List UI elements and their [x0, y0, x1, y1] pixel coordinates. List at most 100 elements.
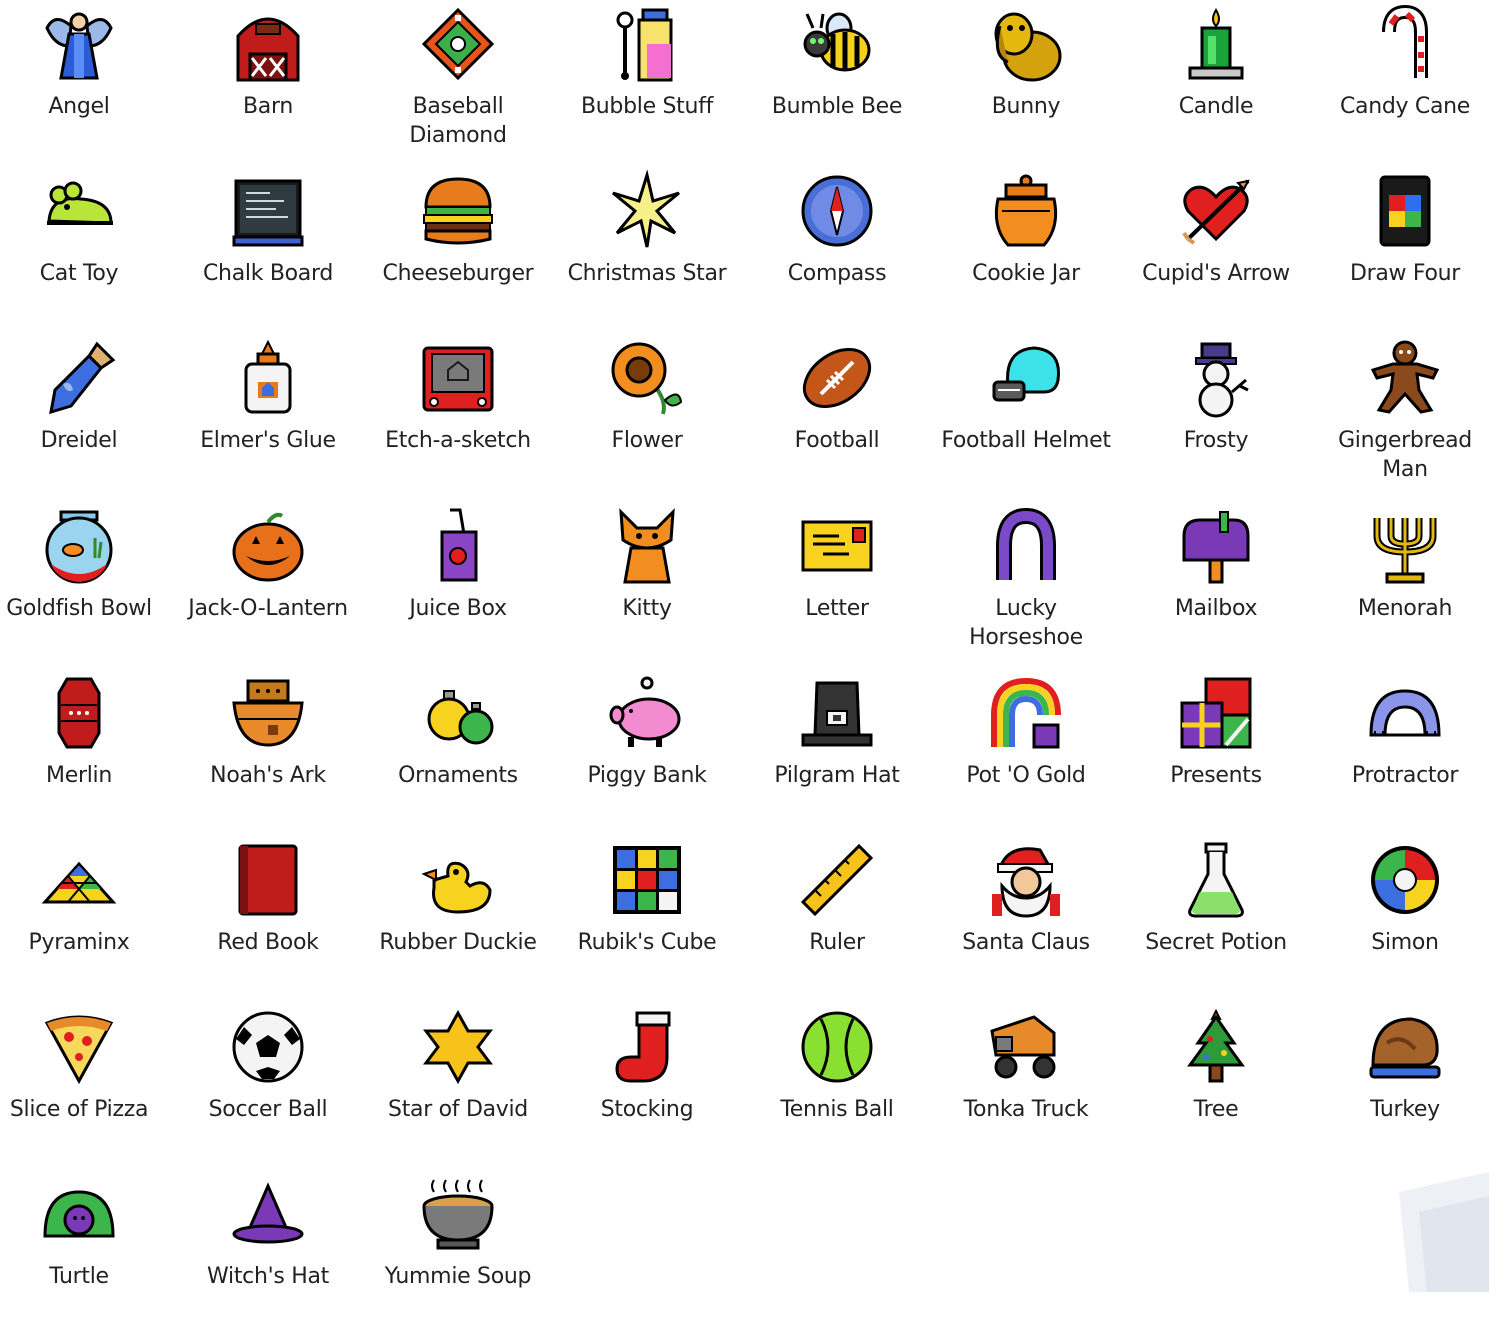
icon-item-bumble-bee[interactable]: Bumble Bee: [747, 0, 927, 160]
icon-item-frosty[interactable]: Frosty: [1126, 334, 1306, 494]
yummie-soup-icon: [420, 1176, 496, 1252]
icon-item-draw-four[interactable]: Draw Four: [1315, 167, 1489, 327]
icon-item-bubble-stuff[interactable]: Bubble Stuff: [557, 0, 737, 160]
icon-item-protractor[interactable]: Protractor: [1315, 669, 1489, 829]
icon-item-stocking[interactable]: Stocking: [557, 1003, 737, 1163]
goldfish-bowl-icon: [41, 508, 117, 584]
icon-label: Mailbox: [1174, 596, 1258, 621]
icon-label: Stocking: [600, 1097, 694, 1122]
icon-label: Secret Potion: [1145, 930, 1287, 955]
icon-item-juice-box[interactable]: Juice Box: [368, 502, 548, 662]
stocking-icon: [609, 1009, 685, 1085]
gingerbread-man-icon: [1367, 340, 1443, 416]
christmas-star-icon: [609, 169, 685, 249]
icon-item-jack-o-lantern[interactable]: Jack-O-Lantern: [178, 502, 358, 662]
icon-item-rubber-duckie[interactable]: Rubber Duckie: [368, 836, 548, 996]
bunny-icon: [988, 6, 1064, 82]
icon-label: Pot 'O Gold: [966, 763, 1086, 788]
cheeseburger-icon: [420, 173, 496, 249]
icon-label: Cheeseburger: [382, 261, 534, 286]
protractor-icon: [1367, 675, 1443, 751]
dreidel-icon: [41, 340, 117, 416]
icon-item-candy-cane[interactable]: Candy Cane: [1315, 0, 1489, 160]
icon-item-tennis-ball[interactable]: Tennis Ball: [747, 1003, 927, 1163]
icon-item-dreidel[interactable]: Dreidel: [0, 334, 169, 494]
icon-item-star-of-david[interactable]: Star of David: [368, 1003, 548, 1163]
icon-item-cheeseburger[interactable]: Cheeseburger: [368, 167, 548, 327]
icon-item-baseball-diamond[interactable]: Baseball Diamond: [368, 0, 548, 160]
icon-item-goldfish-bowl[interactable]: Goldfish Bowl: [0, 502, 169, 662]
icon-item-candle[interactable]: Candle: [1126, 0, 1306, 160]
icon-item-compass[interactable]: Compass: [747, 167, 927, 327]
compass-icon: [799, 173, 875, 249]
icon-label: Slice of Pizza: [9, 1097, 149, 1122]
icon-item-cat-toy[interactable]: Cat Toy: [0, 167, 169, 327]
icon-item-cupids-arrow[interactable]: Cupid's Arrow: [1126, 167, 1306, 327]
icon-item-rubiks-cube[interactable]: Rubik's Cube: [557, 836, 737, 996]
icon-item-pot-o-gold[interactable]: Pot 'O Gold: [936, 669, 1116, 829]
icon-item-football-helmet[interactable]: Football Helmet: [936, 334, 1116, 494]
icon-label: Star of David: [388, 1097, 528, 1122]
icon-label: Etch-a-sketch: [385, 428, 531, 453]
barn-icon: [230, 6, 306, 82]
noahs-ark-icon: [230, 675, 306, 751]
icon-item-slice-of-pizza[interactable]: Slice of Pizza: [0, 1003, 169, 1163]
pot-o-gold-icon: [988, 675, 1064, 751]
icon-item-turkey[interactable]: Turkey: [1315, 1003, 1489, 1163]
icon-item-simon[interactable]: Simon: [1315, 836, 1489, 996]
mailbox-icon: [1178, 508, 1254, 584]
icon-label: Protractor: [1351, 763, 1459, 788]
icon-item-angel[interactable]: Angel: [0, 0, 169, 160]
icon-item-secret-potion[interactable]: Secret Potion: [1126, 836, 1306, 996]
icon-item-pyraminx[interactable]: Pyraminx: [0, 836, 169, 996]
icon-item-elmers-glue[interactable]: Elmer's Glue: [178, 334, 358, 494]
icon-item-presents[interactable]: Presents: [1126, 669, 1306, 829]
icon-item-lucky-horseshoe[interactable]: Lucky Horseshoe: [936, 502, 1116, 662]
icon-label: Juice Box: [409, 596, 507, 621]
bumble-bee-icon: [799, 6, 875, 82]
icon-item-merlin[interactable]: Merlin: [0, 669, 169, 829]
turtle-icon: [41, 1176, 117, 1252]
icon-item-chalk-board[interactable]: Chalk Board: [178, 167, 358, 327]
icon-label: Cupid's Arrow: [1142, 261, 1290, 286]
jack-o-lantern-icon: [230, 508, 306, 584]
icon-item-ornaments[interactable]: Ornaments: [368, 669, 548, 829]
icon-item-tonka-truck[interactable]: Tonka Truck: [936, 1003, 1116, 1163]
icon-item-etch-a-sketch[interactable]: Etch-a-sketch: [368, 334, 548, 494]
icon-label: Cookie Jar: [972, 261, 1080, 286]
icon-item-mailbox[interactable]: Mailbox: [1126, 502, 1306, 662]
icon-item-christmas-star[interactable]: Christmas Star: [557, 167, 737, 327]
icon-item-kitty[interactable]: Kitty: [557, 502, 737, 662]
icon-item-cookie-jar[interactable]: Cookie Jar: [936, 167, 1116, 327]
icon-item-pilgram-hat[interactable]: Pilgram Hat: [747, 669, 927, 829]
icon-item-menorah[interactable]: Menorah: [1315, 502, 1489, 662]
icon-label: Frosty: [1183, 428, 1249, 453]
icon-item-football[interactable]: Football: [747, 334, 927, 494]
icon-item-bunny[interactable]: Bunny: [936, 0, 1116, 160]
icon-item-flower[interactable]: Flower: [557, 334, 737, 494]
icon-item-gingerbread-man[interactable]: Gingerbread Man: [1315, 334, 1489, 494]
icon-item-red-book[interactable]: Red Book: [178, 836, 358, 996]
icon-item-noahs-ark[interactable]: Noah's Ark: [178, 669, 358, 829]
icon-item-santa-claus[interactable]: Santa Claus: [936, 836, 1116, 996]
icon-item-piggy-bank[interactable]: Piggy Bank: [557, 669, 737, 829]
icon-item-yummie-soup[interactable]: Yummie Soup: [368, 1170, 548, 1330]
icon-item-tree[interactable]: Tree: [1126, 1003, 1306, 1163]
turkey-icon: [1367, 1009, 1443, 1085]
elmers-glue-icon: [230, 339, 306, 416]
icon-item-witchs-hat[interactable]: Witch's Hat: [178, 1170, 358, 1330]
lucky-horseshoe-icon: [988, 507, 1064, 584]
icon-label: Goldfish Bowl: [6, 596, 152, 621]
icon-label: Bumble Bee: [771, 94, 903, 119]
cat-toy-icon: [41, 173, 117, 249]
icon-item-soccer-ball[interactable]: Soccer Ball: [178, 1003, 358, 1163]
tonka-truck-icon: [988, 1009, 1064, 1085]
icon-item-letter[interactable]: Letter: [747, 502, 927, 662]
candy-cane-icon: [1367, 4, 1443, 82]
icon-label: Rubber Duckie: [379, 930, 537, 955]
rubiks-cube-icon: [609, 842, 685, 918]
icon-label: Draw Four: [1349, 261, 1461, 286]
icon-item-ruler[interactable]: Ruler: [747, 836, 927, 996]
icon-item-barn[interactable]: Barn: [178, 0, 358, 160]
icon-item-turtle[interactable]: Turtle: [0, 1170, 169, 1330]
